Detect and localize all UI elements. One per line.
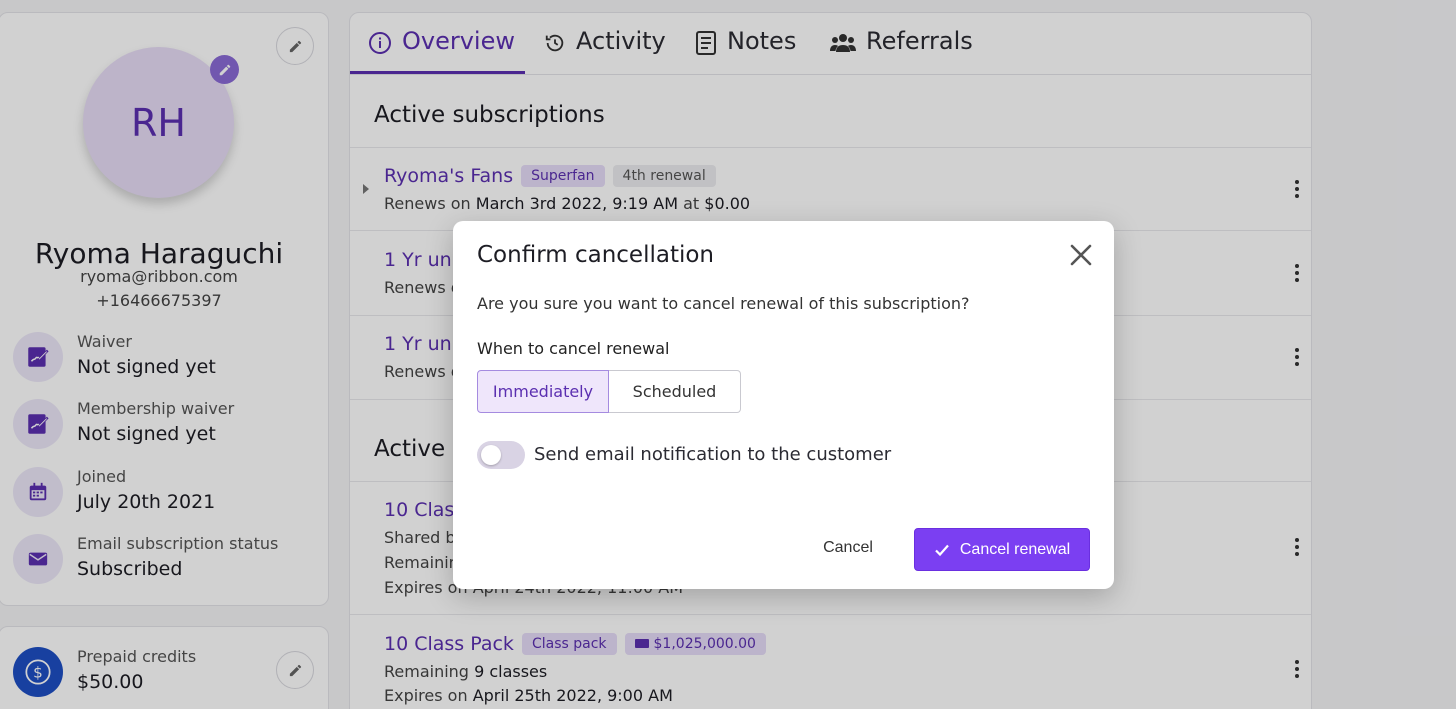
cancel-button[interactable]: Cancel xyxy=(808,528,888,568)
cancel-renewal-label: Cancel renewal xyxy=(959,540,1071,558)
checkmark-icon xyxy=(935,544,949,556)
toggle-knob xyxy=(481,445,501,465)
email-notification-label: Send email notification to the customer xyxy=(534,444,892,465)
confirm-cancellation-dialog: Confirm cancellation Are you sure you wa… xyxy=(453,221,1114,589)
close-button[interactable] xyxy=(1067,241,1095,269)
cancel-renewal-button[interactable]: Cancel renewal xyxy=(914,528,1090,571)
option-scheduled[interactable]: Scheduled xyxy=(609,370,741,413)
dialog-question: Are you sure you want to cancel renewal … xyxy=(477,294,970,313)
dialog-title: Confirm cancellation xyxy=(477,242,715,268)
email-notification-toggle[interactable] xyxy=(477,441,525,469)
cancel-timing-selector: Immediately Scheduled xyxy=(477,370,741,413)
close-icon xyxy=(1070,244,1092,266)
when-to-cancel-label: When to cancel renewal xyxy=(477,339,670,358)
option-immediately[interactable]: Immediately xyxy=(477,370,609,413)
